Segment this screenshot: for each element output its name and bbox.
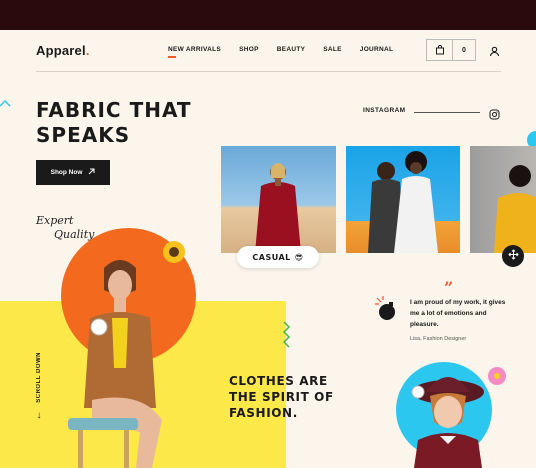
user-icon[interactable] (489, 44, 500, 57)
arrow-down-icon: ↓ (36, 409, 42, 421)
testimonial-text: I am proud of my work, it gives me a lot… (410, 299, 506, 328)
quote-mark-icon: ” (444, 278, 454, 297)
orange-background-circle (61, 228, 196, 363)
instagram-photo-3[interactable] (470, 146, 536, 253)
testimonial-author: Lisa, Fashion Designer (410, 336, 467, 342)
shop-now-button[interactable]: Shop Now (36, 160, 110, 185)
move-button[interactable] (502, 245, 524, 267)
header-divider (36, 71, 501, 72)
arrow-up-right-icon (88, 168, 95, 177)
nav-item-beauty[interactable]: BEAUTY (277, 46, 306, 53)
brand-name: Apparel (36, 43, 86, 58)
nav-item-shop[interactable]: SHOP (239, 46, 259, 53)
cyan-background-circle (396, 362, 492, 458)
hero-title-line2: SPEAKS (36, 123, 131, 147)
move-arrows-icon (507, 247, 519, 265)
pink-flower-icon (488, 367, 506, 385)
tagline-line2: Quality (54, 228, 95, 241)
tagline-line1: Expert (36, 214, 74, 227)
hero-title: FABRIC THAT SPEAKS (36, 98, 246, 148)
brand-dot: . (85, 43, 90, 58)
cart-count: 0 (462, 46, 466, 54)
hero-title-line1: FABRIC THAT (36, 98, 192, 122)
top-bar (0, 0, 536, 30)
statement-line3: FASHION. (229, 406, 298, 420)
shop-now-label: Shop Now (50, 169, 83, 176)
scroll-down-label: SCROLL DOWN (36, 352, 42, 403)
instagram-icon[interactable] (489, 107, 500, 120)
shopping-bag-icon (427, 40, 453, 60)
bomb-icon (373, 294, 403, 324)
expert-quality-tagline: Expert Quality (36, 214, 94, 242)
nav-item-sale[interactable]: SALE (323, 46, 342, 53)
nav-item-journal[interactable]: JOURNAL (360, 46, 394, 53)
scroll-down-indicator[interactable]: SCROLL DOWN ↓ (24, 352, 54, 442)
casual-label: CASUAL (252, 252, 291, 262)
instagram-photo-1[interactable] (221, 146, 336, 253)
instagram-label: INSTAGRAM (363, 107, 406, 114)
cart-button[interactable]: 0 (426, 39, 476, 61)
casual-badge: CASUAL 😎 (237, 246, 319, 268)
statement-line2: THE SPIRIT OF (229, 390, 334, 404)
sunglasses-emoji-icon: 😎 (294, 252, 304, 262)
nav-item-new-arrivals[interactable]: NEW ARRIVALS (168, 46, 221, 58)
instagram-rule (414, 112, 480, 113)
teal-zigzag-decoration (0, 99, 11, 107)
statement-text: CLOTHES ARE THE SPIRIT OF FASHION. (229, 373, 389, 421)
statement-line1: CLOTHES ARE (229, 374, 328, 388)
brand-logo[interactable]: Apparel. (36, 43, 90, 58)
instagram-photo-2[interactable] (346, 146, 460, 253)
main-nav: NEW ARRIVALS SHOP BEAUTY SALE JOURNAL (168, 46, 394, 58)
